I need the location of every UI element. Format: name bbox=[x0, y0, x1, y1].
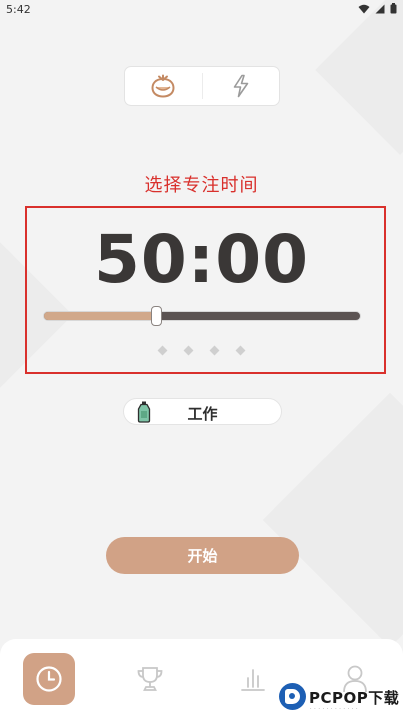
bar-chart-icon bbox=[241, 669, 265, 691]
mode-switch bbox=[124, 66, 280, 106]
tomato-icon bbox=[151, 74, 175, 98]
page-dot bbox=[235, 345, 246, 356]
watermark-logo-mark bbox=[279, 683, 306, 710]
nav-item-timer[interactable] bbox=[23, 653, 75, 705]
page-dot bbox=[157, 345, 168, 356]
category-label: 工作 bbox=[187, 405, 218, 423]
timer-display: 50:00 bbox=[93, 221, 310, 298]
wifi-icon bbox=[358, 4, 370, 13]
watermark-text: PCPOP下载 bbox=[309, 689, 400, 707]
category-selector[interactable]: 工作 bbox=[123, 398, 282, 425]
tomato-mode-button[interactable] bbox=[125, 67, 202, 105]
cellular-signal-icon bbox=[375, 4, 385, 13]
clock-icon bbox=[36, 666, 62, 692]
page-dot bbox=[209, 345, 220, 356]
watermark-logo: PCPOP下载 · · · · · · · · · · · · bbox=[279, 681, 403, 717]
lightning-mode-button[interactable] bbox=[203, 67, 280, 105]
nav-item-statistics[interactable] bbox=[227, 653, 279, 705]
duration-slider[interactable] bbox=[43, 306, 361, 326]
status-time: 5:42 bbox=[6, 3, 31, 16]
slider-thumb[interactable] bbox=[151, 306, 163, 326]
battery-icon bbox=[390, 3, 397, 14]
select-focus-time-caption: 选择专注时间 bbox=[144, 175, 259, 196]
nav-item-achievements[interactable] bbox=[124, 653, 176, 705]
slider-fill bbox=[44, 312, 157, 320]
page-dot bbox=[183, 345, 194, 356]
start-button[interactable]: 开始 bbox=[106, 537, 299, 574]
status-bar: 5:42 bbox=[0, 0, 403, 18]
trophy-icon bbox=[137, 667, 163, 691]
lightning-icon bbox=[233, 74, 249, 98]
background-decor bbox=[262, 392, 403, 648]
status-icons bbox=[358, 3, 397, 14]
background-decor bbox=[315, 0, 403, 155]
page-indicator bbox=[0, 345, 403, 356]
watermark-subtext: · · · · · · · · · · · · bbox=[310, 706, 359, 712]
